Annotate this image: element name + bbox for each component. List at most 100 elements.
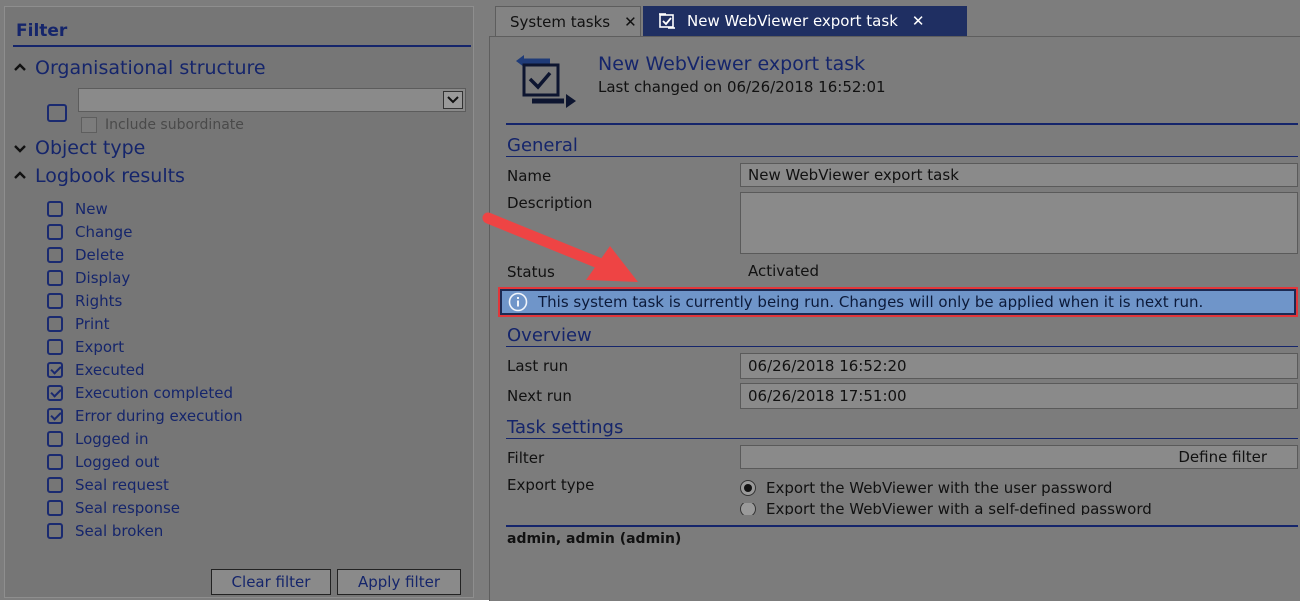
description-field[interactable] [740, 192, 1298, 254]
list-item-label: Execution completed [75, 383, 233, 402]
list-item-label: Error during execution [75, 406, 243, 425]
task-detail-pane: New WebViewer export task Last changed o… [489, 36, 1300, 601]
include-subordinate-option[interactable]: Include subordinate [81, 117, 244, 133]
checkbox[interactable] [47, 223, 63, 240]
object-type-header[interactable]: Object type [11, 137, 145, 159]
description-label: Description [507, 194, 593, 212]
org-structure-select[interactable] [78, 88, 466, 112]
list-item-label: Logged out [75, 452, 160, 471]
define-filter-button[interactable]: Define filter [1178, 448, 1267, 466]
list-item-label: Seal request [75, 475, 169, 494]
last-changed-text: Last changed on 06/26/2018 16:52:01 [598, 78, 886, 96]
list-item-label: Change [75, 222, 133, 241]
list-item[interactable]: Print [47, 312, 243, 335]
checkbox[interactable] [47, 476, 63, 493]
checkbox[interactable] [47, 384, 63, 401]
checkbox[interactable] [47, 315, 63, 332]
header-divider [506, 123, 1298, 125]
checkbox[interactable] [47, 338, 63, 355]
list-item[interactable]: Seal response [47, 496, 243, 519]
checkbox[interactable] [47, 269, 63, 286]
tab-strip: System tasks ✕ New WebViewer export task… [489, 6, 1300, 36]
checkbox[interactable] [47, 200, 63, 217]
org-structure-header[interactable]: Organisational structure [11, 57, 266, 79]
task-icon [659, 13, 675, 29]
current-user: admin, admin (admin) [507, 531, 682, 547]
checkbox[interactable] [47, 499, 63, 516]
list-item[interactable]: New [47, 197, 243, 220]
close-icon[interactable]: ✕ [912, 12, 925, 30]
list-item[interactable]: Rights [47, 289, 243, 312]
logbook-results-list: New Change Delete Display Rights Print E… [47, 197, 243, 542]
name-field[interactable]: New WebViewer export task [740, 163, 1298, 187]
chevron-down-icon [14, 145, 26, 153]
tab-new-webviewer-export-task[interactable]: New WebViewer export task ✕ [643, 6, 967, 36]
clear-filter-button[interactable]: Clear filter [211, 569, 331, 595]
status-label: Status [507, 263, 555, 281]
filter-panel: Filter Organisational structure Include … [4, 6, 474, 598]
logbook-results-header[interactable]: Logbook results [11, 165, 185, 187]
include-subordinate-label: Include subordinate [105, 117, 244, 133]
section-divider [506, 438, 1298, 439]
next-run-label: Next run [507, 387, 572, 405]
list-item[interactable]: Seal broken [47, 519, 243, 542]
include-subordinate-checkbox[interactable] [81, 117, 97, 133]
section-divider [506, 156, 1298, 157]
checkbox[interactable] [47, 522, 63, 539]
option-label: Export the WebViewer with the user passw… [766, 479, 1113, 497]
last-run-label: Last run [507, 357, 569, 375]
close-icon[interactable]: ✕ [624, 13, 637, 31]
status-value: Activated [748, 262, 819, 280]
tab-label: New WebViewer export task [687, 12, 898, 30]
list-item-label: Seal broken [75, 521, 164, 540]
export-user-password-option[interactable]: Export the WebViewer with the user passw… [740, 479, 1112, 497]
checkbox[interactable] [47, 430, 63, 447]
checkbox[interactable] [47, 453, 63, 470]
section-overview-title: Overview [507, 325, 592, 346]
chevron-up-icon [14, 63, 26, 71]
list-item-label: Display [75, 268, 131, 287]
tab-label: System tasks [510, 12, 611, 31]
filter-field[interactable]: Define filter [740, 445, 1298, 469]
footer-divider [506, 525, 1298, 527]
checkbox[interactable] [47, 407, 63, 424]
radio-selected[interactable] [740, 480, 756, 496]
chevron-down-icon[interactable] [443, 91, 463, 109]
chevron-up-icon [14, 171, 26, 179]
list-item[interactable]: Execution completed [47, 381, 243, 404]
list-item-label: Seal response [75, 498, 181, 517]
info-message: This system task is currently being run.… [538, 293, 1204, 311]
org-structure-checkbox[interactable] [47, 104, 67, 122]
filter-divider [13, 45, 471, 47]
list-item[interactable]: Executed [47, 358, 243, 381]
system-task-icon [516, 55, 576, 108]
filter-label: Filter [507, 449, 545, 467]
list-item-label: Executed [75, 360, 145, 379]
name-label: Name [507, 167, 552, 185]
export-type-label: Export type [507, 476, 595, 494]
tab-system-tasks[interactable]: System tasks ✕ [495, 6, 641, 36]
last-run-value: 06/26/2018 16:52:20 [740, 353, 1298, 379]
list-item[interactable]: Delete [47, 243, 243, 266]
task-title: New WebViewer export task [598, 53, 866, 75]
checkbox[interactable] [47, 292, 63, 309]
list-item[interactable]: Seal request [47, 473, 243, 496]
section-general-title: General [507, 135, 578, 156]
export-self-defined-password-option[interactable]: Export the WebViewer with a self-defined… [740, 503, 1152, 515]
list-item[interactable]: Display [47, 266, 243, 289]
checkbox[interactable] [47, 246, 63, 263]
radio-unselected[interactable] [740, 503, 756, 515]
info-banner: This system task is currently being run.… [498, 287, 1298, 317]
list-item-label: New [75, 199, 108, 218]
list-item[interactable]: Error during execution [47, 404, 243, 427]
filter-title: Filter [16, 21, 68, 41]
section-divider [506, 346, 1298, 347]
apply-filter-button[interactable]: Apply filter [337, 569, 461, 595]
list-item[interactable]: Export [47, 335, 243, 358]
list-item[interactable]: Logged out [47, 450, 243, 473]
logbook-results-label: Logbook results [35, 165, 185, 187]
list-item[interactable]: Change [47, 220, 243, 243]
option-label: Export the WebViewer with a self-defined… [766, 503, 1152, 515]
checkbox[interactable] [47, 361, 63, 378]
list-item[interactable]: Logged in [47, 427, 243, 450]
